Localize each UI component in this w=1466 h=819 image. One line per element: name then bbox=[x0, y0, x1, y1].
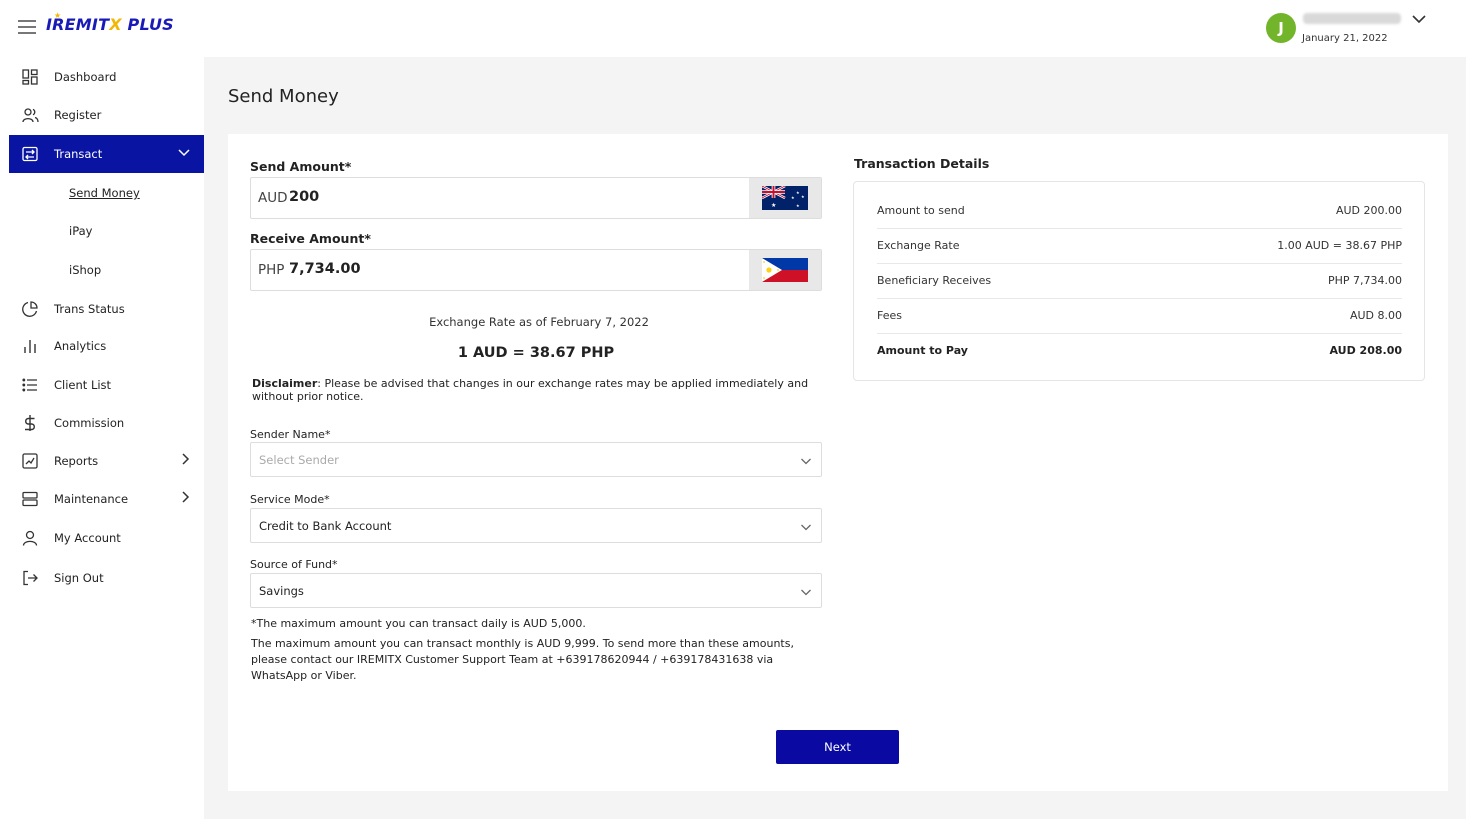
sidebar-item-client-list[interactable]: Client List bbox=[9, 366, 204, 404]
app-logo[interactable]: ★ IREMITX PLUS bbox=[46, 11, 174, 34]
sidebar-item-transact[interactable]: Transact bbox=[9, 135, 204, 173]
service-mode-value: Credit to Bank Account bbox=[259, 519, 392, 533]
australia-flag-icon[interactable]: ★ ★ ★ ★ ★ bbox=[749, 178, 821, 218]
sidebar-item-label: Reports bbox=[54, 454, 99, 468]
chevron-right-icon bbox=[180, 453, 190, 468]
sidebar-item-commission[interactable]: Commission bbox=[9, 404, 204, 442]
sidebar-item-label: Dashboard bbox=[54, 70, 117, 84]
chevron-down-icon bbox=[800, 583, 812, 596]
sidebar-item-label: Analytics bbox=[54, 339, 107, 353]
daily-limit-note: *The maximum amount you can transact dai… bbox=[251, 617, 586, 630]
sender-name-label: Sender Name* bbox=[250, 428, 331, 441]
sidebar-item-label: Register bbox=[54, 108, 102, 122]
source-of-fund-value: Savings bbox=[259, 584, 304, 598]
hamburger-menu-icon[interactable] bbox=[18, 20, 36, 34]
svg-text:★: ★ bbox=[796, 203, 800, 208]
disclaimer: Disclaimer: Please be advised that chang… bbox=[252, 377, 822, 403]
service-mode-label: Service Mode* bbox=[250, 493, 330, 506]
detail-label: Exchange Rate bbox=[877, 239, 960, 252]
header-date: January 21, 2022 bbox=[1302, 33, 1388, 44]
transact-icon bbox=[20, 144, 40, 164]
send-amount-field[interactable]: AUD 200 ★ ★ ★ ★ ★ bbox=[250, 177, 822, 219]
sidebar-item-analytics[interactable]: Analytics bbox=[9, 327, 204, 365]
sidebar-item-label: My Account bbox=[54, 531, 121, 545]
list-icon bbox=[20, 375, 40, 395]
detail-row-exchange-rate: Exchange Rate 1.00 AUD = 38.67 PHP bbox=[877, 229, 1402, 264]
detail-row-amount-to-send: Amount to send AUD 200.00 bbox=[877, 194, 1402, 229]
send-amount-value[interactable]: 200 bbox=[289, 189, 319, 205]
bar-chart-icon bbox=[20, 336, 40, 356]
send-currency: AUD bbox=[258, 190, 288, 206]
sidebar-item-sign-out[interactable]: Sign Out bbox=[9, 559, 204, 597]
send-amount-label: Send Amount* bbox=[250, 159, 352, 174]
sidebar-subitem-send-money[interactable]: Send Money bbox=[69, 186, 140, 200]
sign-out-icon bbox=[20, 568, 40, 588]
chevron-down-icon bbox=[178, 146, 190, 160]
user-name-blurred bbox=[1303, 13, 1401, 24]
line-chart-icon bbox=[20, 451, 40, 471]
chevron-down-icon[interactable] bbox=[1412, 12, 1426, 28]
monthly-limit-note: The maximum amount you can transact mont… bbox=[251, 637, 794, 682]
chevron-down-icon bbox=[800, 518, 812, 531]
sender-name-select[interactable]: Select Sender bbox=[250, 442, 822, 477]
source-of-fund-select[interactable]: Savings bbox=[250, 573, 822, 608]
user-icon bbox=[20, 528, 40, 548]
page-title: Send Money bbox=[228, 86, 339, 107]
detail-label: Beneficiary Receives bbox=[877, 274, 992, 287]
chevron-right-icon bbox=[180, 491, 190, 506]
philippines-flag-icon[interactable] bbox=[749, 250, 821, 290]
receive-currency: PHP bbox=[258, 262, 285, 278]
avatar[interactable]: J bbox=[1266, 13, 1296, 43]
detail-label: Amount to Pay bbox=[877, 344, 968, 357]
svg-text:★: ★ bbox=[801, 194, 805, 199]
detail-value: AUD 200.00 bbox=[1335, 204, 1402, 217]
dashboard-icon bbox=[20, 67, 40, 87]
sidebar-item-register[interactable]: Register bbox=[9, 96, 204, 134]
detail-label: Amount to send bbox=[877, 204, 965, 217]
receive-amount-value[interactable]: 7,734.00 bbox=[289, 261, 361, 277]
sidebar-item-label: Trans Status bbox=[54, 302, 125, 316]
disclaimer-text: : Please be advised that changes in our … bbox=[252, 377, 809, 403]
service-mode-select[interactable]: Credit to Bank Account bbox=[250, 508, 822, 543]
sidebar-item-trans-status[interactable]: Trans Status bbox=[9, 290, 204, 328]
transaction-details-panel: Amount to send AUD 200.00 Exchange Rate … bbox=[853, 181, 1425, 381]
transaction-details-title: Transaction Details bbox=[854, 156, 990, 171]
sidebar-subitem-ishop[interactable]: iShop bbox=[69, 263, 101, 277]
sidebar-item-label: Maintenance bbox=[54, 492, 129, 506]
sidebar-item-label: Commission bbox=[54, 416, 125, 430]
server-icon bbox=[20, 489, 40, 509]
detail-row-amount-to-pay: Amount to Pay AUD 208.00 bbox=[877, 334, 1402, 369]
next-button[interactable]: Next bbox=[776, 730, 899, 764]
svg-text:★: ★ bbox=[796, 190, 800, 195]
pie-chart-icon bbox=[20, 299, 40, 319]
detail-value: PHP 7,734.00 bbox=[1327, 274, 1402, 287]
sidebar-item-maintenance[interactable]: Maintenance bbox=[9, 480, 204, 518]
source-of-fund-label: Source of Fund* bbox=[250, 558, 338, 571]
receive-amount-field[interactable]: PHP 7,734.00 bbox=[250, 249, 822, 291]
chevron-down-icon bbox=[800, 452, 812, 465]
sidebar-item-dashboard[interactable]: Dashboard bbox=[9, 58, 204, 96]
detail-label: Fees bbox=[877, 309, 902, 322]
detail-row-fees: Fees AUD 8.00 bbox=[877, 299, 1402, 334]
exchange-rate-value: 1 AUD = 38.67 PHP bbox=[457, 345, 615, 361]
disclaimer-label: Disclaimer bbox=[252, 377, 318, 390]
sidebar-item-label: Client List bbox=[54, 378, 112, 392]
sidebar-item-label: Transact bbox=[54, 147, 103, 161]
svg-text:★: ★ bbox=[791, 195, 795, 200]
sidebar-item-reports[interactable]: Reports bbox=[9, 442, 204, 480]
sidebar-item-label: Sign Out bbox=[54, 571, 104, 585]
exchange-rate-caption: Exchange Rate as of February 7, 2022 bbox=[429, 315, 649, 329]
users-icon bbox=[20, 105, 40, 125]
detail-value: AUD 208.00 bbox=[1329, 344, 1402, 357]
detail-row-beneficiary-receives: Beneficiary Receives PHP 7,734.00 bbox=[877, 264, 1402, 299]
detail-value: 1.00 AUD = 38.67 PHP bbox=[1277, 239, 1402, 252]
sidebar-subitem-ipay[interactable]: iPay bbox=[69, 224, 92, 238]
sidebar-item-my-account[interactable]: My Account bbox=[9, 519, 204, 557]
dollar-icon bbox=[20, 413, 40, 433]
detail-value: AUD 8.00 bbox=[1349, 309, 1402, 322]
top-bar: ★ IREMITX PLUS J January 21, 2022 bbox=[0, 0, 1466, 57]
receive-amount-label: Receive Amount* bbox=[250, 231, 371, 246]
sender-name-placeholder: Select Sender bbox=[259, 453, 339, 467]
svg-text:★: ★ bbox=[771, 202, 776, 209]
